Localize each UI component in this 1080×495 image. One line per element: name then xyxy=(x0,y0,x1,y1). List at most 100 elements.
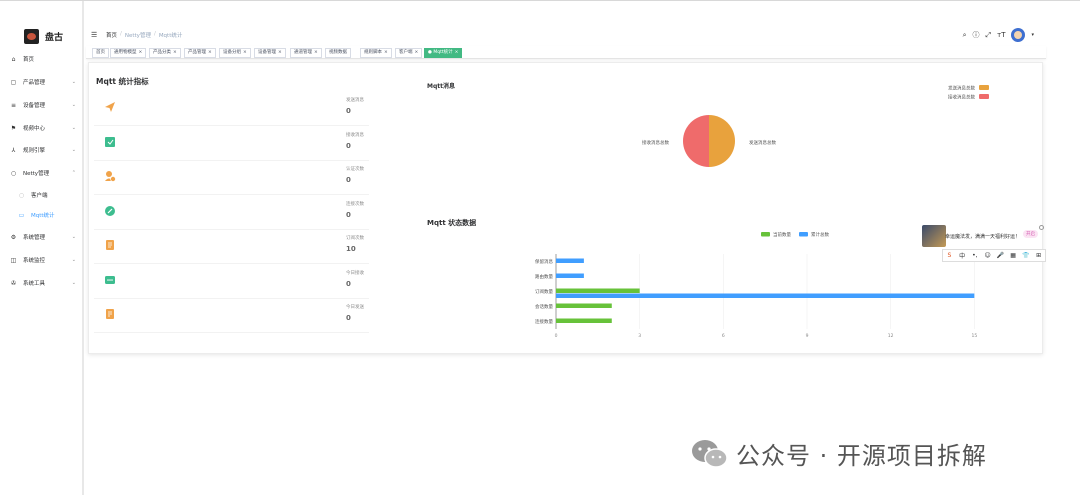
legend-label[interactable]: 当前数量 xyxy=(773,231,791,238)
widget-tool-icon[interactable]: 🎤 xyxy=(996,252,1004,259)
gear-icon: ⚙ xyxy=(10,233,17,241)
sidebar-item[interactable]: ○ Netty管理 ⌃ xyxy=(0,165,84,181)
widget-tool-icon[interactable]: ☺ xyxy=(984,252,992,259)
close-icon[interactable]: × xyxy=(139,50,143,55)
search-icon[interactable]: ⌕ xyxy=(963,31,967,40)
logo-image xyxy=(24,29,39,44)
legend-swatch xyxy=(979,94,989,99)
app-root: 盘古 ⌂ 首页 ▢ 产品管理 ⌄ ≡ 设备管理 ⌄ ⚑ 视频中心 ⌄ ⅄ 规则引擎 ⌄ ○ Netty管理 ⌃ ○… xyxy=(0,0,1080,495)
close-icon[interactable]: × xyxy=(208,50,212,55)
tab-tag[interactable]: 客户端 × xyxy=(395,48,423,58)
chevron-icon: ⌄ xyxy=(71,102,76,108)
font-size-icon[interactable]: ᴛT xyxy=(997,31,1005,39)
navbar: ☰ 首页 / Netty管理 / Mqtt统计 ⌕ ⓘ ⤢ ᴛT ▾ xyxy=(86,26,1046,44)
pie-slice[interactable] xyxy=(709,115,735,167)
circle-icon: ○ xyxy=(18,191,25,199)
widget-tool-icon[interactable]: ⊞ xyxy=(1035,252,1043,259)
help-icon[interactable]: ⓘ xyxy=(973,30,980,40)
hamburger-icon[interactable]: ☰ xyxy=(91,31,97,39)
bar[interactable] xyxy=(556,318,612,324)
chevron-icon: ⌃ xyxy=(71,170,76,176)
sidebar-item-label: 产品管理 xyxy=(23,80,46,86)
wechat-icon xyxy=(692,439,728,468)
stat-value: 0 xyxy=(346,210,351,219)
fullscreen-icon[interactable]: ⤢ xyxy=(986,31,992,40)
close-icon[interactable] xyxy=(1039,225,1044,230)
stat-label: 订阅次数 xyxy=(346,236,364,241)
avatar[interactable] xyxy=(1011,28,1026,42)
breadcrumb-item[interactable]: 首页 xyxy=(106,31,117,39)
logo[interactable]: 盘古 xyxy=(24,29,63,44)
sidebar-item[interactable]: ✇ 系统工具 ⌄ xyxy=(0,275,84,291)
sidebar-item[interactable]: ○ 客户端 xyxy=(0,187,84,203)
device-icon: ≡ xyxy=(10,101,17,109)
sidebar-item[interactable]: ⚙ 系统管理 ⌄ xyxy=(0,229,84,245)
widget-tool-icon[interactable]: S xyxy=(945,252,953,259)
legend-label[interactable]: 接收消息总数 xyxy=(948,94,975,101)
dashboard-card: Mqtt 统计指标 发送消息 0 接收消息 0 认证次数 0 连接次数 0 订阅次数 10 今日接收… xyxy=(88,62,1043,354)
close-icon[interactable]: × xyxy=(243,50,247,55)
sidebar-item[interactable]: ⅄ 规则引擎 ⌄ xyxy=(0,142,84,158)
widget-tool-icon[interactable]: •, xyxy=(971,252,979,259)
widget-badge[interactable]: 开启 xyxy=(1023,230,1038,238)
legend-swatch xyxy=(979,85,989,90)
close-icon[interactable]: × xyxy=(278,50,282,55)
tab-tag-label: 规则脚本 xyxy=(364,50,382,55)
widget-tool-icon[interactable]: ▦ xyxy=(1009,252,1017,259)
chevron-down-icon[interactable]: ▾ xyxy=(1031,32,1034,38)
sidebar-item[interactable]: ▭ Mqtt统计 xyxy=(0,207,84,223)
sidebar-item[interactable]: ⚑ 视频中心 ⌄ xyxy=(0,120,84,136)
stats-icon: ▭ xyxy=(18,211,25,219)
tab-tag[interactable]: 产品管理 × xyxy=(184,48,216,58)
tab-tag-label: 设备管理 xyxy=(258,50,276,55)
sidebar-item[interactable]: ≡ 设备管理 ⌄ xyxy=(0,97,84,113)
tab-tag[interactable]: 首页 xyxy=(92,48,109,58)
tab-tag[interactable]: ● Mqtt统计 × xyxy=(424,48,463,58)
legend-label[interactable]: 累计总数 xyxy=(811,231,829,238)
close-icon[interactable]: × xyxy=(455,50,459,55)
sidebar-item-label: 设备管理 xyxy=(23,103,46,109)
chevron-icon: ⌄ xyxy=(71,79,76,85)
widget-tool-icon[interactable]: 中 xyxy=(958,251,966,260)
close-icon[interactable]: × xyxy=(415,50,419,55)
bar[interactable] xyxy=(556,293,975,299)
widget-text: 幸运魔法发，满满一天福利好运！ xyxy=(945,234,1021,240)
tab-tag-label: 通道管理 xyxy=(294,50,312,55)
subscribe-icon xyxy=(106,240,114,250)
widget-tool-icon[interactable]: 👕 xyxy=(1022,252,1030,259)
sidebar-item[interactable]: ⌂ 首页 xyxy=(0,51,84,67)
tags-view: 首页 通用物模型 × 产品分类 × 产品管理 × 设备分组 × 设备管理 × 通道管理 × 视频数据 规则脚… xyxy=(86,46,1046,59)
x-tick-label: 12 xyxy=(888,333,894,339)
bar[interactable] xyxy=(556,273,584,279)
tab-tag[interactable]: 产品分类 × xyxy=(149,48,181,58)
legend-swatch xyxy=(761,232,770,237)
stat-value: 0 xyxy=(346,107,351,115)
close-icon[interactable]: × xyxy=(173,50,177,55)
tab-tag[interactable]: 通道管理 × xyxy=(290,48,322,58)
breadcrumb-item: Mqtt统计 xyxy=(158,33,183,39)
pie-slice[interactable] xyxy=(683,115,709,167)
bar[interactable] xyxy=(556,258,584,264)
tab-tag[interactable]: 设备分组 × xyxy=(219,48,251,58)
close-icon[interactable]: × xyxy=(384,50,388,55)
stat-value: 0 xyxy=(346,279,351,288)
app-title: 盘古 xyxy=(45,33,64,43)
close-icon[interactable]: × xyxy=(314,50,318,55)
floating-widget[interactable]: 幸运魔法发，满满一天福利好运！ 开启 S 中 •, ☺ 🎤 ▦ 👕 ⊞ xyxy=(922,225,1072,263)
tab-tag[interactable]: 设备管理 × xyxy=(254,48,286,58)
bar[interactable] xyxy=(556,303,612,309)
tab-tag-label: 视频数据 xyxy=(329,50,347,55)
tab-tag[interactable]: 规则脚本 × xyxy=(360,48,392,58)
bar[interactable] xyxy=(556,288,640,294)
legend-label[interactable]: 发送消息总数 xyxy=(948,85,975,92)
sidebar-item[interactable]: ◫ 系统监控 ⌄ xyxy=(0,252,84,268)
stat-value: 0 xyxy=(346,314,351,322)
tab-tag[interactable]: 视频数据 xyxy=(325,48,351,58)
stat-value: 10 xyxy=(346,245,356,253)
tab-tag[interactable]: 通用物模型 × xyxy=(110,48,147,58)
stat-label: 今日发送 xyxy=(346,305,364,310)
stat-row: 连接次数 0 xyxy=(94,197,369,230)
sidebar-item[interactable]: ▢ 产品管理 ⌄ xyxy=(0,74,84,90)
widget-avatar xyxy=(922,225,946,247)
netty-icon: ○ xyxy=(10,169,17,177)
